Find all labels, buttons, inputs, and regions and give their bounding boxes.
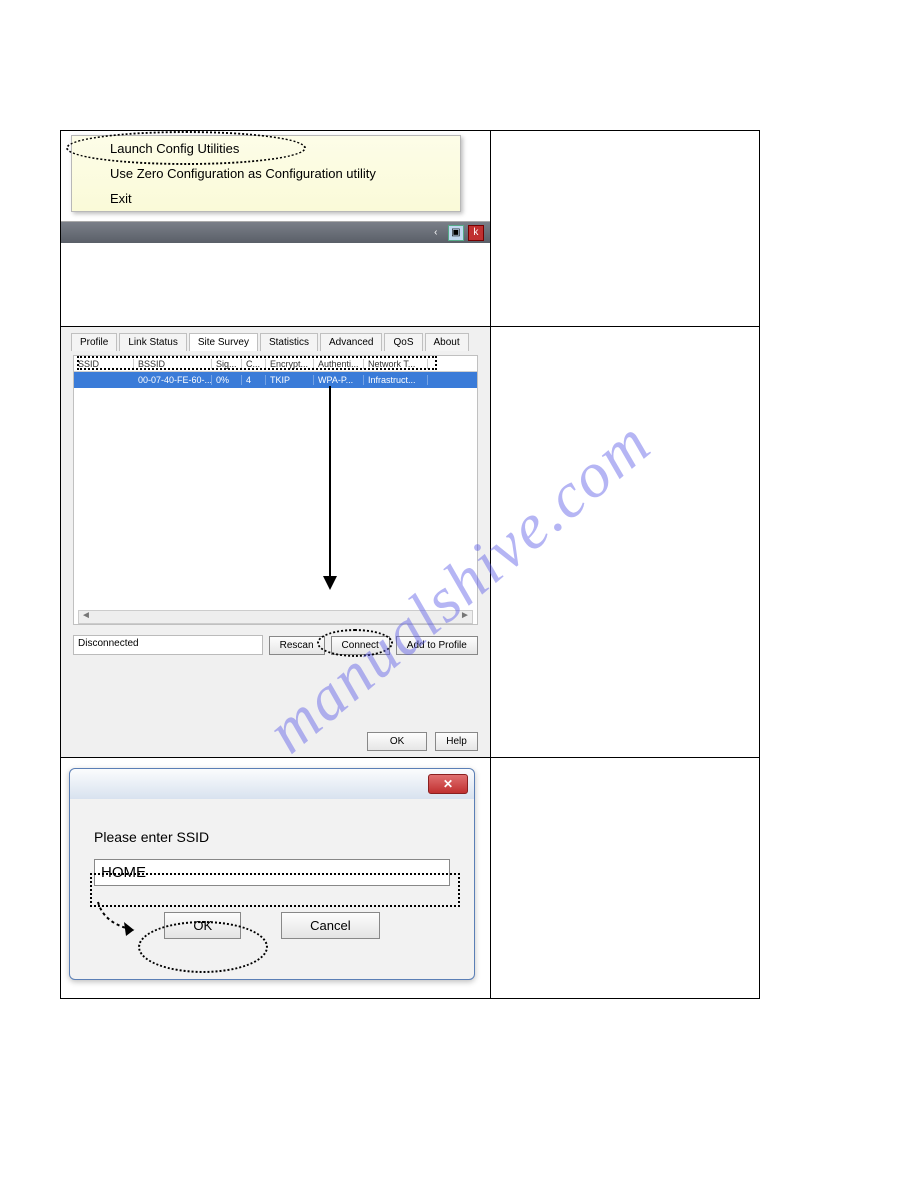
tab-site-survey[interactable]: Site Survey: [189, 333, 258, 351]
connection-status: Disconnected: [73, 635, 263, 655]
annotation-arrow-down: [329, 386, 331, 588]
rescan-button[interactable]: Rescan: [269, 636, 325, 655]
col-auth[interactable]: Authenti...: [314, 359, 364, 369]
col-net[interactable]: Network T...: [364, 359, 428, 369]
connect-button[interactable]: Connect: [331, 636, 390, 655]
cell-enc: TKIP: [266, 375, 314, 385]
cell-auth: WPA-P...: [314, 375, 364, 385]
ctx-use-zero-config[interactable]: Use Zero Configuration as Configuration …: [72, 161, 460, 186]
horizontal-scrollbar[interactable]: [78, 610, 473, 624]
col-sig[interactable]: Sig...: [212, 359, 242, 369]
help-button[interactable]: Help: [435, 732, 478, 751]
tab-qos[interactable]: QoS: [384, 333, 422, 351]
config-tabs: Profile Link Status Site Survey Statisti…: [61, 327, 490, 351]
tab-advanced[interactable]: Advanced: [320, 333, 382, 351]
tab-profile[interactable]: Profile: [71, 333, 117, 351]
ssid-input[interactable]: [94, 859, 450, 886]
tray-context-menu: Launch Config Utilities Use Zero Configu…: [71, 135, 461, 212]
cell-net: Infrastruct...: [364, 375, 428, 385]
ssid-dialog: ✕ Please enter SSID OK Cancel: [69, 768, 475, 980]
tab-about[interactable]: About: [425, 333, 469, 351]
ssid-prompt-label: Please enter SSID: [94, 829, 450, 845]
dialog-titlebar: ✕: [70, 769, 474, 799]
cell-bssid: 00-07-40-FE-60-...: [134, 375, 212, 385]
windows-taskbar: ‹ ▣ k: [61, 221, 490, 243]
close-button[interactable]: ✕: [428, 774, 468, 794]
dialog-ok-button[interactable]: OK: [164, 912, 241, 939]
tray-network-icon[interactable]: ▣: [448, 225, 464, 241]
instruction-table: Launch Config Utilities Use Zero Configu…: [60, 130, 760, 999]
tab-link-status[interactable]: Link Status: [119, 333, 186, 351]
cell-sig: 0%: [212, 375, 242, 385]
col-ch[interactable]: C...: [242, 359, 266, 369]
dialog-cancel-button[interactable]: Cancel: [281, 912, 379, 939]
tray-chevron-icon[interactable]: ‹: [428, 225, 444, 241]
col-bssid[interactable]: BSSID: [134, 359, 212, 369]
cell-ch: 4: [242, 375, 266, 385]
col-enc[interactable]: Encrypt...: [266, 359, 314, 369]
ctx-exit[interactable]: Exit: [72, 186, 460, 211]
annotation-lead-arrow: [96, 900, 136, 926]
tray-wifi-util-icon[interactable]: k: [468, 225, 484, 241]
col-ssid[interactable]: SSID: [74, 359, 134, 369]
site-survey-list: SSID BSSID Sig... C... Encrypt... Authen…: [73, 355, 478, 625]
survey-header-row: SSID BSSID Sig... C... Encrypt... Authen…: [74, 356, 477, 372]
ok-button[interactable]: OK: [367, 732, 427, 751]
add-to-profile-button[interactable]: Add to Profile: [396, 636, 478, 655]
tab-statistics[interactable]: Statistics: [260, 333, 318, 351]
survey-row-selected[interactable]: 00-07-40-FE-60-... 0% 4 TKIP WPA-P... In…: [74, 372, 477, 388]
close-icon: ✕: [443, 777, 453, 791]
ctx-launch-config[interactable]: Launch Config Utilities: [72, 136, 460, 161]
